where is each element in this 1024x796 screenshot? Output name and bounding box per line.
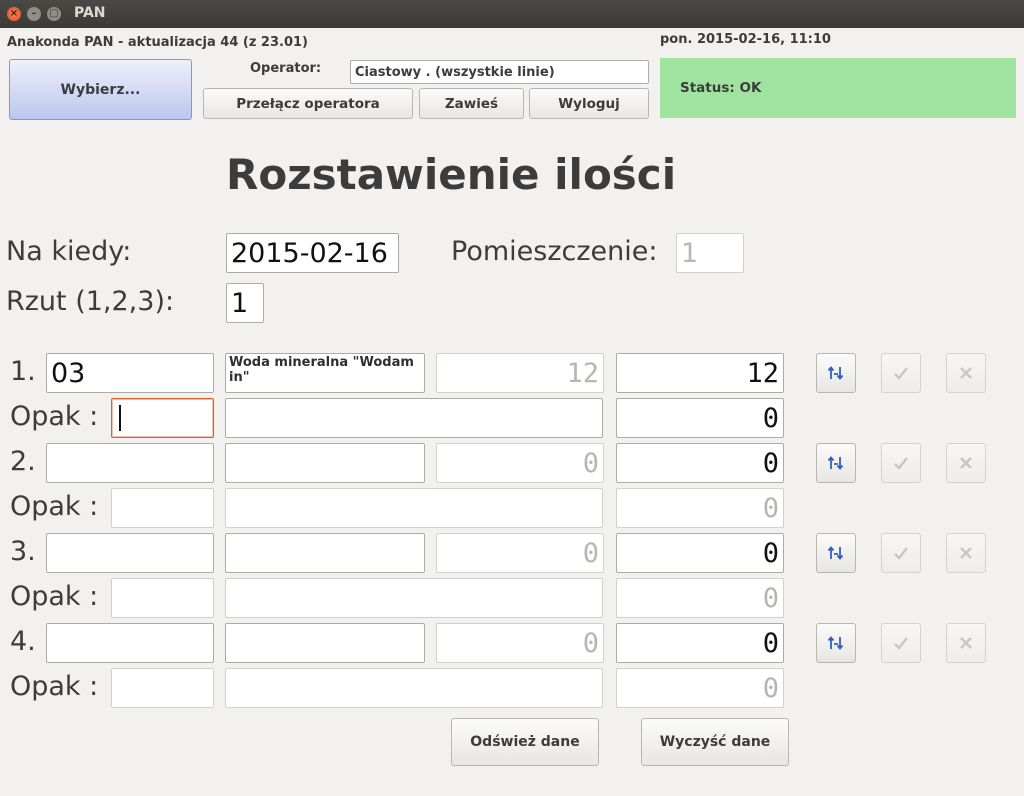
- planned-quantity-field: 0: [436, 443, 604, 483]
- confirm-row-button[interactable]: [881, 443, 921, 483]
- pack-code-input[interactable]: [111, 578, 214, 618]
- suspend-button[interactable]: Zawieś: [419, 88, 524, 119]
- x-icon: [960, 367, 972, 379]
- planned-quantity-field: 12: [436, 353, 604, 393]
- quantity-input[interactable]: 12: [616, 353, 784, 393]
- when-label: Na kiedy:: [6, 236, 132, 267]
- select-row-button[interactable]: [816, 623, 856, 663]
- projection-input[interactable]: 1: [226, 283, 264, 323]
- text-caret: [119, 405, 121, 431]
- switch-operator-button[interactable]: Przełącz operatora: [203, 88, 413, 119]
- pack-quantity-input: 0: [616, 488, 784, 528]
- pack-label: Opak :: [10, 491, 99, 522]
- swap-arrows-icon: [827, 546, 844, 560]
- confirm-row-button[interactable]: [881, 533, 921, 573]
- pack-label: Opak :: [10, 401, 99, 432]
- window-titlebar: × – □ PAN: [0, 0, 1024, 28]
- product-code-input[interactable]: [46, 533, 214, 573]
- pack-quantity-input: 0: [616, 578, 784, 618]
- page-title: Rozstawienie ilości: [226, 150, 677, 199]
- checkmark-icon: [894, 367, 908, 380]
- product-name-field: [225, 443, 425, 483]
- minimize-icon[interactable]: –: [27, 7, 41, 21]
- delete-row-button[interactable]: [946, 533, 986, 573]
- quantity-input[interactable]: 0: [616, 533, 784, 573]
- product-code-input[interactable]: 03: [46, 353, 214, 393]
- room-label: Pomieszczenie:: [451, 236, 658, 267]
- product-code-input[interactable]: [46, 623, 214, 663]
- logout-button[interactable]: Wyloguj: [529, 88, 649, 119]
- swap-arrows-icon: [827, 456, 844, 470]
- x-icon: [960, 547, 972, 559]
- row-number: 2.: [10, 446, 36, 477]
- confirm-row-button[interactable]: [881, 353, 921, 393]
- checkmark-icon: [894, 457, 908, 470]
- confirm-row-button[interactable]: [881, 623, 921, 663]
- select-row-button[interactable]: [816, 533, 856, 573]
- refresh-data-button[interactable]: Odśwież dane: [451, 718, 599, 766]
- pack-code-input[interactable]: [111, 398, 214, 438]
- product-code-input[interactable]: [46, 443, 214, 483]
- delete-row-button[interactable]: [946, 353, 986, 393]
- delete-row-button[interactable]: [946, 623, 986, 663]
- pack-name-field: [225, 488, 603, 528]
- planned-quantity-field: 0: [436, 533, 604, 573]
- select-row-button[interactable]: [816, 353, 856, 393]
- pack-name-field: [225, 398, 603, 438]
- window-title: PAN: [74, 5, 106, 21]
- pack-label: Opak :: [10, 581, 99, 612]
- delete-row-button[interactable]: [946, 443, 986, 483]
- projection-label: Rzut (1,2,3):: [6, 286, 175, 317]
- choose-button[interactable]: Wybierz...: [9, 59, 192, 120]
- app-version: Anakonda PAN - aktualizacja 44 (z 23.01): [7, 35, 308, 50]
- swap-arrows-icon: [827, 366, 844, 380]
- pack-label: Opak :: [10, 671, 99, 702]
- pack-quantity-input: 0: [616, 668, 784, 708]
- datetime: pon. 2015-02-16, 11:10: [660, 32, 831, 47]
- checkmark-icon: [894, 547, 908, 560]
- status-text: Status: OK: [680, 80, 762, 96]
- planned-quantity-field: 0: [436, 623, 604, 663]
- pack-quantity-input[interactable]: 0: [616, 398, 784, 438]
- status-panel: Status: OK: [660, 58, 1016, 118]
- row-number: 1.: [10, 356, 36, 387]
- quantity-input[interactable]: 0: [616, 623, 784, 663]
- pack-name-field: [225, 668, 603, 708]
- row-number: 4.: [10, 626, 36, 657]
- pack-name-field: [225, 578, 603, 618]
- product-name-field: [225, 623, 425, 663]
- swap-arrows-icon: [827, 636, 844, 650]
- maximize-icon[interactable]: □: [47, 7, 61, 21]
- x-icon: [960, 637, 972, 649]
- pack-code-input[interactable]: [111, 488, 214, 528]
- product-name-field: Woda mineralna "Wodam in": [225, 353, 425, 393]
- row-number: 3.: [10, 536, 36, 567]
- quantity-input[interactable]: 0: [616, 443, 784, 483]
- close-icon[interactable]: ×: [7, 7, 21, 21]
- x-icon: [960, 457, 972, 469]
- checkmark-icon: [894, 637, 908, 650]
- when-input[interactable]: 2015-02-16: [226, 233, 399, 273]
- operator-label: Operator:: [250, 61, 322, 76]
- room-input: 1: [676, 233, 744, 273]
- pack-code-input[interactable]: [111, 668, 214, 708]
- select-row-button[interactable]: [816, 443, 856, 483]
- product-name-field: [225, 533, 425, 573]
- clear-data-button[interactable]: Wyczyść dane: [641, 718, 789, 766]
- operator-field[interactable]: Ciastowy . (wszystkie linie): [350, 60, 649, 84]
